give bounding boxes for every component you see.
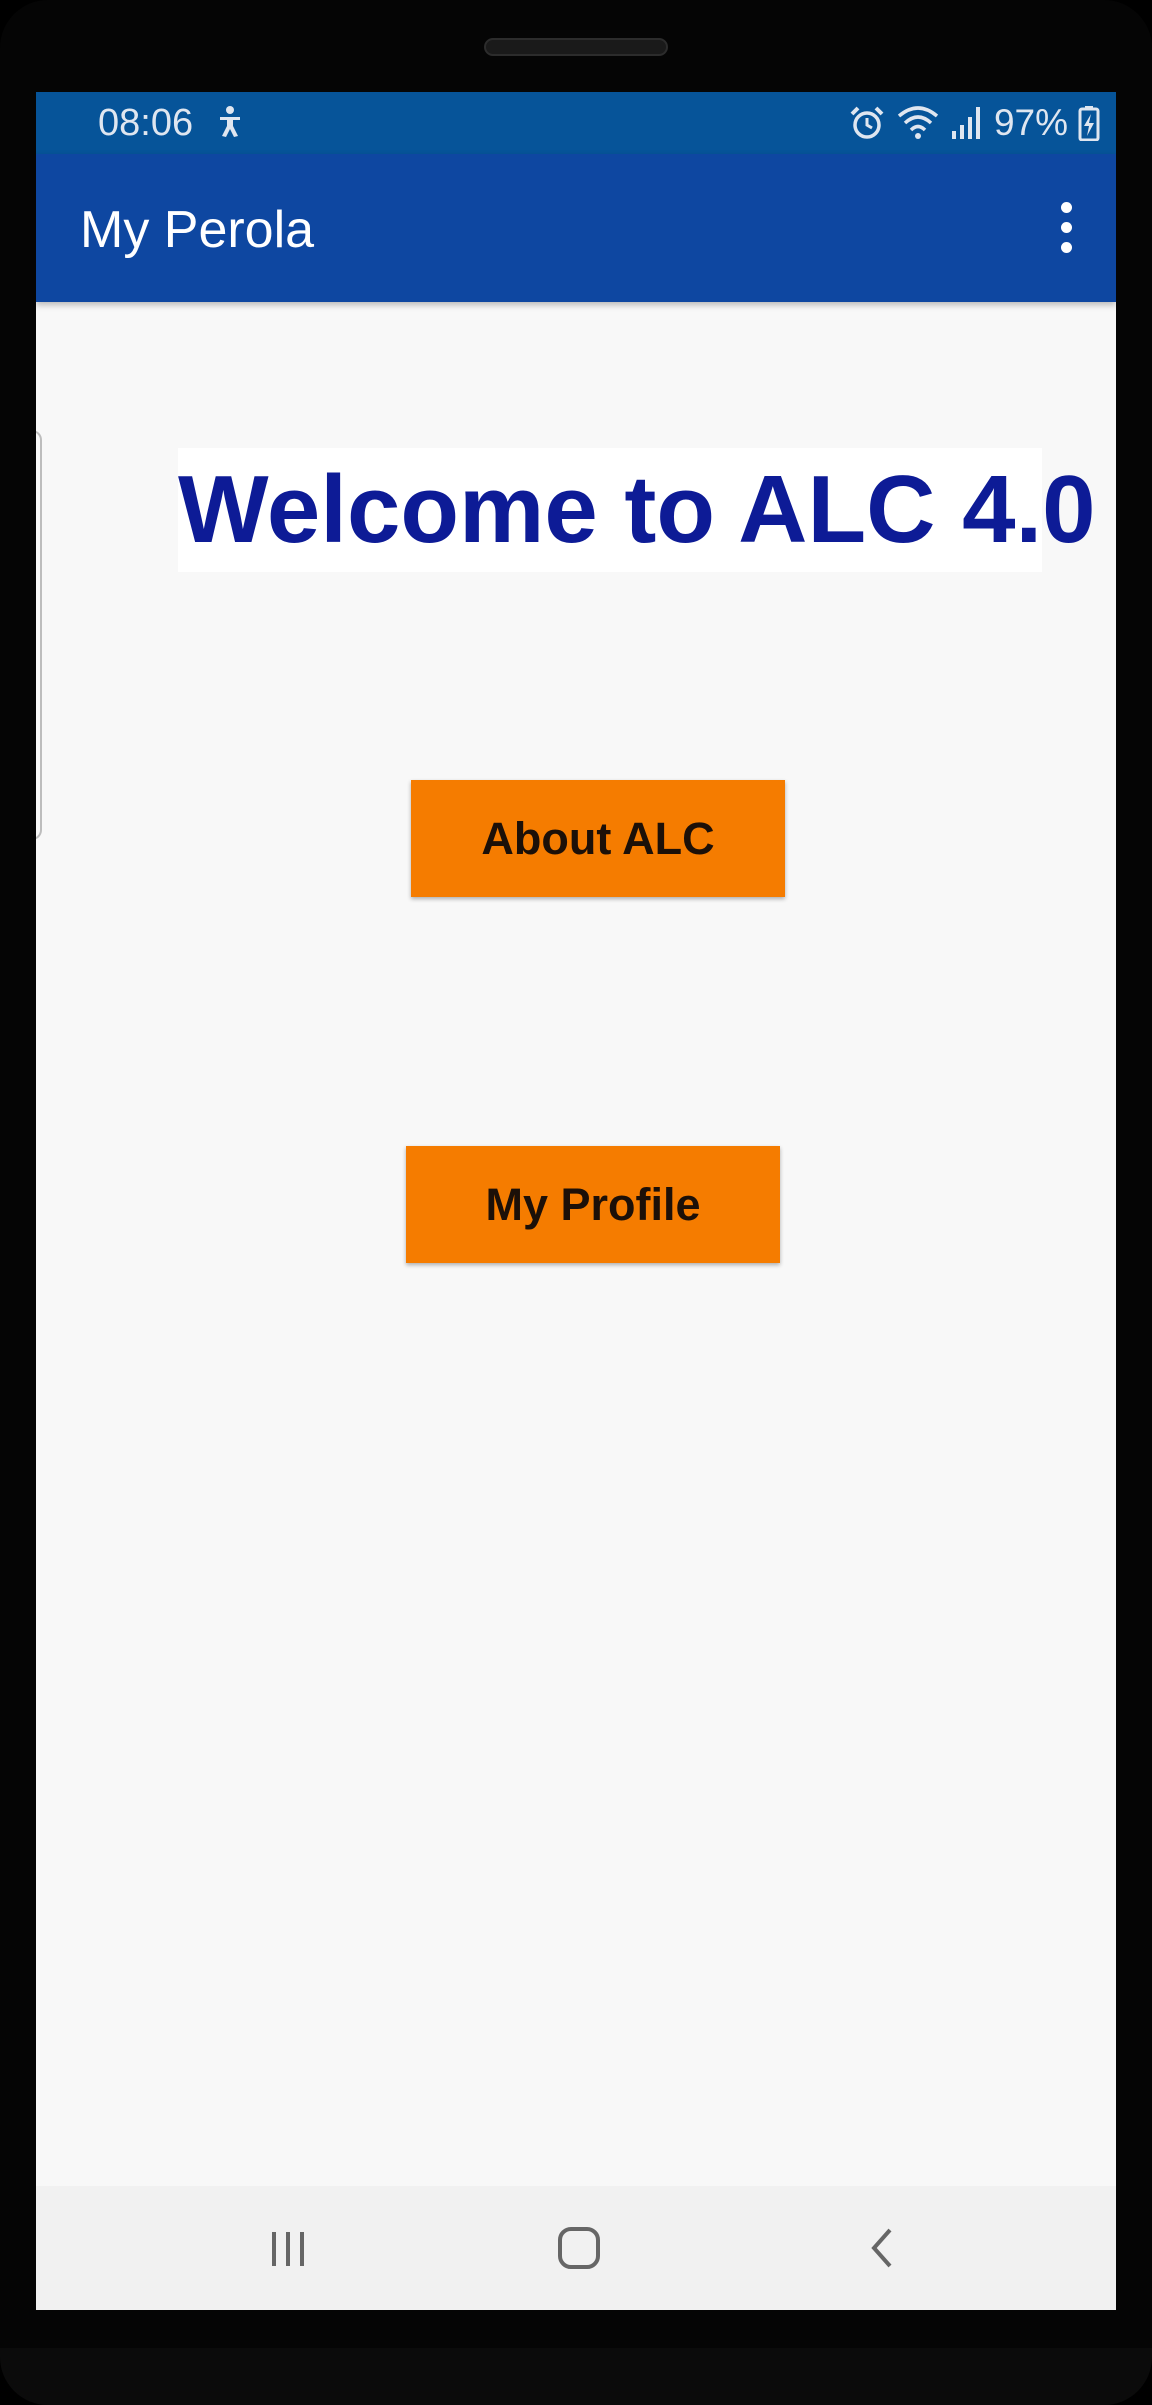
wifi-icon: [896, 104, 940, 142]
status-bar: 08:06 97%: [36, 92, 1116, 154]
edge-panel-handle[interactable]: [36, 430, 42, 840]
my-profile-button[interactable]: My Profile: [406, 1146, 780, 1263]
accessibility-icon: [212, 104, 248, 140]
recents-icon[interactable]: [253, 2216, 323, 2280]
device-bottom-bezel: [0, 2348, 1152, 2405]
earpiece-speaker: [484, 38, 668, 56]
battery-percent: 97%: [993, 102, 1068, 143]
battery-charging-icon: [1078, 105, 1100, 141]
status-icons: 97%: [848, 100, 1100, 146]
signal-icon: [950, 105, 984, 141]
phone-frame: 08:06 97% My Perola Welcome to ALC 4.0 A…: [0, 0, 1152, 2405]
home-icon[interactable]: [544, 2216, 614, 2280]
navigation-bar: [36, 2186, 1116, 2310]
screen: 08:06 97% My Perola Welcome to ALC 4.0 A…: [36, 92, 1116, 2310]
alarm-icon: [848, 104, 886, 142]
status-time: 08:06: [98, 102, 194, 144]
app-title: My Perola: [80, 201, 315, 259]
welcome-heading: Welcome to ALC 4.0: [178, 448, 1096, 572]
about-alc-button[interactable]: About ALC: [411, 780, 785, 897]
overflow-menu-icon[interactable]: [1052, 194, 1080, 260]
back-icon[interactable]: [849, 2216, 919, 2280]
app-bar: My Perola: [36, 154, 1116, 302]
